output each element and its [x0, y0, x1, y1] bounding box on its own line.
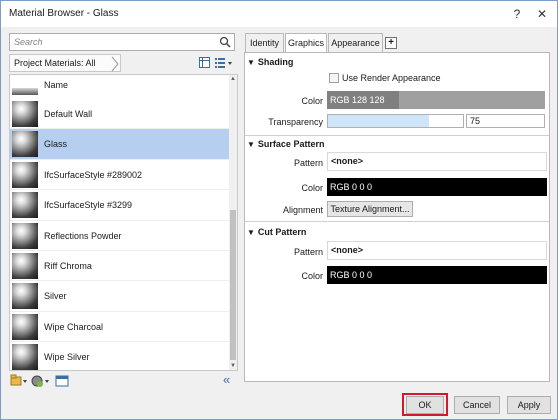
- list-item[interactable]: Wipe Charcoal: [10, 312, 230, 343]
- cut-color-label: Color: [301, 271, 323, 281]
- shading-color-swatch[interactable]: RGB 128 128 128: [327, 91, 399, 123]
- texture-alignment-button[interactable]: Texture Alignment...: [327, 201, 413, 217]
- material-thumbnail: [12, 313, 38, 340]
- surface-pattern-title: Surface Pattern: [257, 139, 325, 149]
- list-item[interactable]: Silver: [10, 281, 230, 312]
- filter-bar: Project Materials: All: [9, 54, 237, 73]
- create-material-icon[interactable]: [31, 375, 43, 387]
- list-header: Name: [10, 75, 230, 95]
- cut-pattern-field[interactable]: <none>: [327, 241, 547, 260]
- open-library-icon[interactable]: [10, 374, 22, 386]
- divider: [245, 221, 549, 222]
- tab-appearance[interactable]: Appearance: [328, 33, 383, 52]
- surface-pattern-field[interactable]: <none>: [327, 152, 547, 171]
- material-list: Default Wall Glass IfcSurfaceStyle #289002…: [10, 99, 230, 370]
- list-scrollbar[interactable]: ▲ ▼: [229, 75, 237, 370]
- list-item[interactable]: IfcSurfaceStyle #3299: [10, 190, 230, 221]
- project-materials-filter[interactable]: Project Materials: All: [9, 54, 121, 72]
- list-item[interactable]: IfcSurfaceStyle #289002: [10, 160, 230, 191]
- library-toolbar: «: [9, 373, 238, 389]
- add-tab-button[interactable]: +: [385, 37, 397, 49]
- material-thumbnail: [12, 283, 38, 310]
- shading-color-swatch-fill[interactable]: [399, 91, 545, 109]
- apply-button[interactable]: Apply: [507, 396, 551, 414]
- use-render-appearance-label: Use Render Appearance: [342, 73, 441, 83]
- list-item[interactable]: Wipe Silver: [10, 342, 230, 370]
- material-thumbnail: [12, 252, 38, 279]
- surface-color-swatch[interactable]: RGB 0 0 0: [327, 178, 547, 196]
- scroll-thumb[interactable]: [230, 210, 236, 360]
- tab-graphics[interactable]: Graphics: [285, 33, 327, 53]
- cancel-button[interactable]: Cancel: [454, 396, 500, 414]
- use-render-appearance-checkbox[interactable]: [329, 73, 339, 83]
- ok-button[interactable]: OK: [406, 396, 444, 414]
- asset-browser-icon[interactable]: [55, 375, 69, 387]
- material-name: Wipe Silver: [44, 352, 90, 363]
- filter-label: Project Materials: All: [14, 58, 96, 68]
- material-name: Default Wall: [44, 109, 93, 119]
- material-thumbnail: [12, 131, 38, 158]
- surface-color-label: Color: [301, 183, 323, 193]
- scroll-up-icon[interactable]: ▲: [230, 76, 236, 82]
- tab-identity[interactable]: Identity: [245, 33, 284, 52]
- material-name: IfcSurfaceStyle #3299: [44, 200, 133, 211]
- search-icon[interactable]: [219, 36, 231, 48]
- cut-pattern-label: Pattern: [293, 247, 323, 257]
- transparency-label: Transparency: [268, 117, 323, 127]
- shading-section-header[interactable]: ▼ Shading: [247, 57, 293, 67]
- list-item[interactable]: Reflections Powder: [10, 221, 230, 251]
- search-placeholder: Search: [14, 37, 43, 47]
- transparency-value-input[interactable]: 75: [466, 114, 545, 128]
- material-thumbnail: [12, 161, 38, 188]
- material-thumbnail: [12, 222, 38, 249]
- collapse-panel-icon[interactable]: «: [223, 373, 230, 387]
- graphics-panel: ▼ Shading Use Render Appearance Color RGB…: [244, 52, 550, 382]
- divider: [245, 135, 549, 136]
- chevron-down-icon[interactable]: [45, 380, 49, 383]
- collapse-triangle-icon: ▼: [247, 228, 255, 237]
- material-name: Riff Chroma: [44, 260, 92, 271]
- alignment-label: Alignment: [282, 205, 323, 215]
- transparency-slider[interactable]: [327, 114, 464, 128]
- transparency-slider-fill: [328, 115, 430, 127]
- close-button[interactable]: ✕: [531, 5, 553, 23]
- surface-pattern-label: Pattern: [293, 158, 323, 168]
- material-thumbnail: [12, 101, 38, 127]
- material-thumbnail: [12, 344, 38, 370]
- title-bar: Material Browser - Glass ? ✕: [1, 1, 557, 27]
- scroll-down-icon[interactable]: ▼: [230, 363, 236, 369]
- chevron-right-icon: [111, 56, 119, 72]
- material-name: IfcSurfaceStyle #289002: [44, 169, 143, 180]
- chevron-down-icon[interactable]: [23, 380, 27, 383]
- window-title: Material Browser - Glass: [9, 8, 119, 19]
- surface-pattern-section-header[interactable]: ▼ Surface Pattern: [247, 139, 324, 149]
- list-item[interactable]: Default Wall: [10, 99, 230, 130]
- shading-title: Shading: [257, 57, 294, 67]
- shading-color-label: Color: [301, 96, 323, 106]
- material-list-panel: Name Default Wall Glass IfcSurfaceStyle #2…: [9, 74, 238, 371]
- view-options: [199, 56, 235, 72]
- list-item[interactable]: Glass: [10, 129, 230, 160]
- details-view-icon[interactable]: [199, 57, 210, 68]
- material-thumbnail: [12, 88, 38, 95]
- material-name: Glass: [44, 139, 68, 150]
- cut-color-swatch[interactable]: RGB 0 0 0: [327, 266, 547, 284]
- cut-pattern-section-header[interactable]: ▼ Cut Pattern: [247, 227, 306, 237]
- collapse-triangle-icon: ▼: [247, 140, 255, 149]
- chevron-down-icon[interactable]: [228, 62, 232, 65]
- material-browser-window: Material Browser - Glass ? ✕ Search Proj…: [0, 0, 558, 420]
- list-item[interactable]: Riff Chroma: [10, 251, 230, 282]
- help-button[interactable]: ?: [506, 5, 528, 23]
- name-column-header[interactable]: Name: [44, 80, 68, 90]
- search-input[interactable]: Search: [9, 33, 235, 51]
- material-name: Wipe Charcoal: [44, 321, 104, 332]
- material-thumbnail: [12, 192, 38, 219]
- collapse-triangle-icon: ▼: [247, 58, 255, 67]
- cut-pattern-title: Cut Pattern: [257, 227, 307, 237]
- material-name: Reflections Powder: [44, 230, 122, 241]
- list-view-icon[interactable]: [215, 58, 225, 68]
- material-name: Silver: [44, 291, 67, 302]
